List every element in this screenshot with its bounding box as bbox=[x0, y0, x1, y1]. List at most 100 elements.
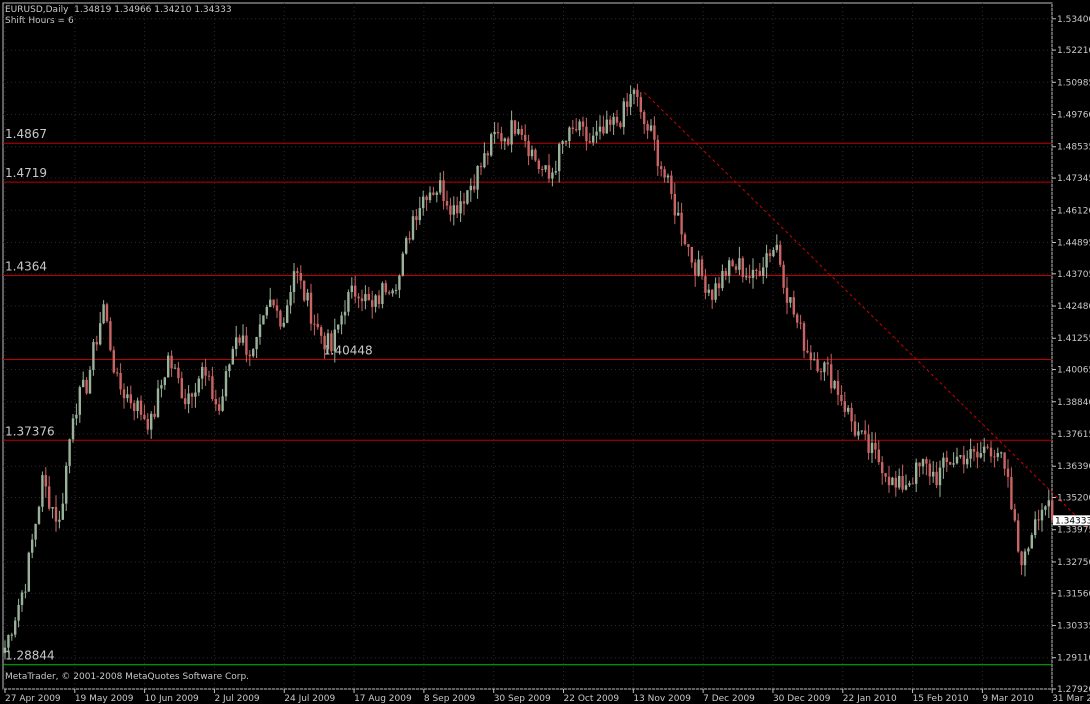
candle-body bbox=[51, 507, 54, 509]
candle-body bbox=[639, 97, 642, 113]
candle-body bbox=[269, 299, 272, 307]
candle-body bbox=[177, 367, 180, 379]
candle-body bbox=[109, 321, 112, 351]
candle-body bbox=[602, 126, 605, 134]
x-tick-label: 10 Jun 2009 bbox=[145, 694, 199, 704]
y-tick-label: 1.32750 bbox=[1057, 558, 1090, 568]
y-tick-label: 1.47345 bbox=[1057, 174, 1090, 184]
candle-body bbox=[85, 379, 88, 394]
candle-body bbox=[860, 430, 863, 432]
level-label: 1.4867 bbox=[5, 127, 47, 141]
x-tick-label: 9 Mar 2010 bbox=[982, 694, 1034, 704]
candle-body bbox=[874, 442, 877, 450]
x-tick-label: 2 Jul 2009 bbox=[214, 694, 259, 704]
x-tick-label: 19 May 2009 bbox=[75, 694, 134, 704]
candle-body bbox=[823, 362, 826, 373]
candle-body bbox=[952, 463, 955, 465]
candle-body bbox=[986, 446, 989, 448]
candle-body bbox=[809, 352, 812, 361]
candle-body bbox=[632, 89, 636, 95]
candle-body bbox=[520, 128, 523, 135]
candle-body bbox=[724, 270, 727, 276]
candle-body bbox=[105, 304, 109, 322]
candle-body bbox=[894, 477, 897, 488]
candle-body bbox=[476, 165, 479, 190]
candle-body bbox=[969, 449, 972, 459]
candle-body bbox=[3, 647, 7, 653]
candle-body bbox=[187, 393, 190, 405]
candle-body bbox=[381, 283, 384, 304]
candle-body bbox=[330, 333, 333, 352]
x-tick-label: 24 Jul 2009 bbox=[284, 694, 335, 704]
x-tick-label: 13 Nov 2009 bbox=[633, 694, 691, 704]
candle-body bbox=[806, 350, 809, 353]
candle-body bbox=[24, 591, 27, 593]
candle-body bbox=[537, 160, 540, 169]
candle-body bbox=[469, 185, 472, 191]
candle-body bbox=[432, 192, 435, 195]
candle-body bbox=[34, 523, 37, 540]
candle-body bbox=[61, 503, 64, 520]
candle-body bbox=[401, 253, 404, 276]
candle-body bbox=[71, 418, 75, 440]
candle-body bbox=[211, 376, 214, 400]
price-chart[interactable]: 1.48671.47191.43641.404481.373761.28844 … bbox=[0, 0, 1090, 704]
candle-body bbox=[836, 380, 840, 395]
candle-body bbox=[428, 192, 432, 201]
candle-body bbox=[265, 306, 268, 316]
y-tick-label: 1.31560 bbox=[1057, 589, 1090, 599]
candle-body bbox=[1030, 535, 1033, 549]
candle-body bbox=[306, 292, 309, 301]
candle-body bbox=[738, 258, 741, 270]
x-tick-label: 22 Oct 2009 bbox=[564, 694, 620, 704]
candlestick-series bbox=[3, 83, 1054, 660]
candle-body bbox=[792, 297, 795, 315]
candle-body bbox=[949, 462, 952, 465]
candle-body bbox=[802, 323, 806, 351]
candle-body bbox=[350, 285, 353, 292]
candle-body bbox=[901, 475, 904, 490]
candle-body bbox=[962, 455, 965, 465]
candle-body bbox=[44, 475, 47, 487]
downtrend-line bbox=[643, 92, 1090, 531]
candle-body bbox=[925, 459, 928, 464]
candle-body bbox=[1023, 551, 1027, 566]
candle-body bbox=[942, 457, 945, 468]
candle-body bbox=[374, 295, 377, 307]
y-tick-label: 1.50985 bbox=[1057, 78, 1090, 88]
candle-body bbox=[704, 276, 707, 293]
candle-body bbox=[507, 138, 510, 145]
candle-body bbox=[58, 519, 61, 522]
candle-body bbox=[17, 604, 20, 621]
candle-body bbox=[935, 471, 938, 486]
candle-body bbox=[697, 259, 700, 276]
candle-body bbox=[462, 201, 466, 204]
plot-frame bbox=[2, 2, 1053, 690]
candle-body bbox=[466, 190, 469, 204]
candle-body bbox=[238, 337, 241, 343]
candle-body bbox=[160, 385, 163, 389]
candle-body bbox=[146, 418, 149, 430]
candle-body bbox=[10, 634, 13, 636]
candle-body bbox=[857, 431, 860, 436]
candle-body bbox=[911, 483, 914, 485]
candle-body bbox=[826, 362, 829, 365]
candle-body bbox=[690, 246, 693, 263]
candle-body bbox=[275, 305, 279, 311]
y-tick-label: 1.29110 bbox=[1057, 654, 1090, 664]
candle-body bbox=[445, 200, 449, 206]
x-tick-label: 22 Jan 2010 bbox=[843, 694, 897, 704]
x-tick-label: 31 Mar 2010 bbox=[1052, 694, 1090, 704]
candle-body bbox=[1010, 476, 1013, 510]
candle-body bbox=[228, 364, 231, 372]
candle-body bbox=[877, 449, 880, 463]
candle-body bbox=[683, 234, 687, 245]
candle-body bbox=[751, 269, 755, 278]
candle-body bbox=[303, 280, 306, 301]
candle-body bbox=[435, 192, 438, 195]
candle-body bbox=[908, 483, 911, 486]
y-tick-label: 1.48535 bbox=[1057, 143, 1090, 153]
candle-body bbox=[979, 453, 982, 458]
x-tick-label: 30 Dec 2009 bbox=[773, 694, 831, 704]
candle-body bbox=[714, 283, 717, 300]
